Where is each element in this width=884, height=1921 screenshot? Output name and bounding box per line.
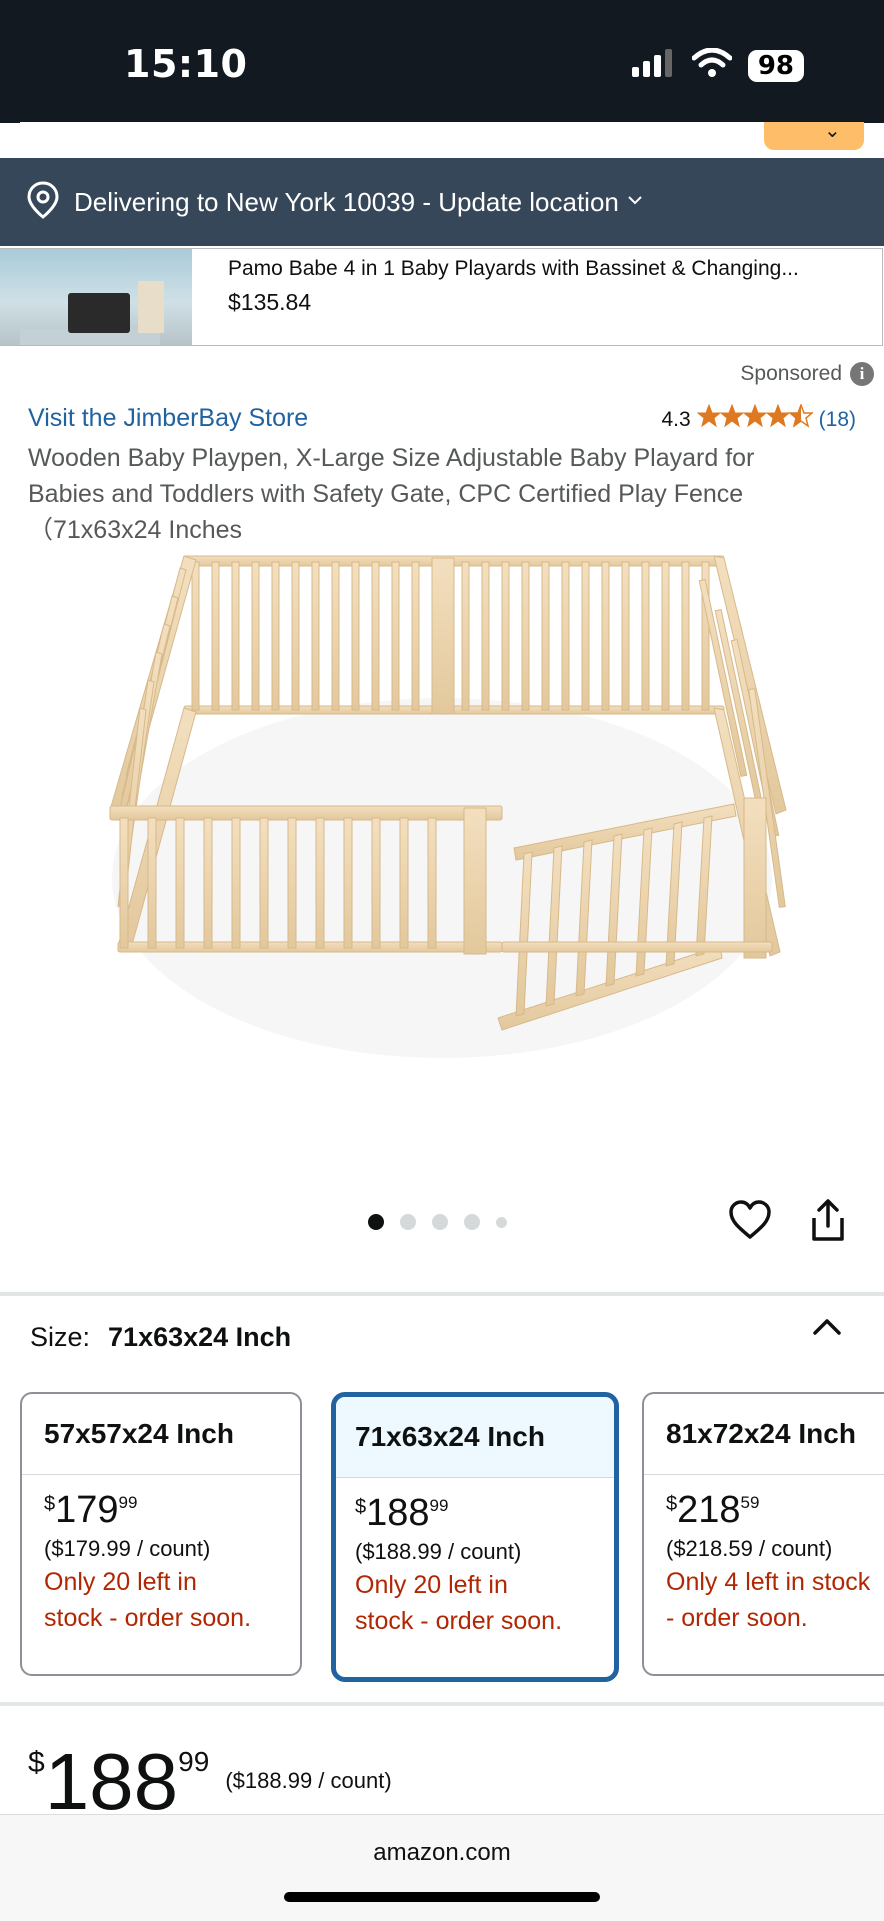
browser-domain[interactable]: amazon.com: [0, 1839, 884, 1867]
size-option-stock: Only 20 left in stock - order soon.: [355, 1571, 563, 1635]
status-icons: 98: [631, 47, 804, 83]
carousel-dot[interactable]: [496, 1216, 507, 1228]
status-time: 15:10: [124, 42, 248, 86]
product-title-line: Wooden Baby Playpen, X-Large Size Adjust…: [28, 444, 755, 472]
carousel-dot[interactable]: [464, 1214, 480, 1230]
price-unit: ($188.99 / count): [225, 1768, 392, 1793]
sponsored-product-price: $135.84: [228, 289, 312, 315]
selected-size: 71x63x24 Inch: [108, 1322, 292, 1352]
rating-count[interactable]: (18): [819, 408, 856, 432]
image-carousel-dots[interactable]: [368, 1214, 507, 1230]
carousel-dot[interactable]: [400, 1214, 416, 1230]
price-whole: 188: [44, 1737, 179, 1826]
sponsored-product-card[interactable]: Pamo Babe 4 in 1 Baby Playards with Bass…: [0, 248, 883, 346]
size-option-name: 71x63x24 Inch: [336, 1397, 614, 1478]
product-title-line: （71x63x24 Inches: [28, 516, 243, 544]
rating-value: 4.3: [661, 407, 691, 431]
section-divider: [0, 1292, 884, 1296]
size-option-price: $18899: [355, 1492, 449, 1534]
delivery-text: Delivering to New York 10039 - Update lo…: [74, 186, 619, 217]
price-fraction: 99: [178, 1746, 210, 1777]
size-option-price: $21859: [666, 1489, 760, 1531]
search-input[interactable]: [20, 122, 864, 150]
search-button[interactable]: ⌄: [764, 120, 864, 150]
wifi-icon: [691, 47, 733, 83]
size-option-unit-price: ($218.59 / count): [666, 1536, 833, 1561]
battery-icon: 98: [747, 49, 804, 82]
chevron-down-icon: [627, 193, 643, 211]
product-image[interactable]: [84, 548, 800, 1134]
size-option-71x63x24[interactable]: 71x63x24 Inch $18899 ($188.99 / count) O…: [331, 1392, 619, 1682]
size-selector-label: Size: 71x63x24 Inch: [30, 1322, 291, 1353]
store-link[interactable]: Visit the JimberBay Store: [28, 404, 308, 433]
delivery-location-bar[interactable]: Delivering to New York 10039 - Update lo…: [0, 158, 884, 246]
sponsored-product-image[interactable]: [0, 249, 192, 345]
section-divider: [0, 1702, 884, 1706]
product-title: Wooden Baby Playpen, X-Large Size Adjust…: [28, 440, 858, 548]
status-bar: 15:10 98: [0, 0, 884, 123]
product-title-line: Babies and Toddlers with Safety Gate, CP…: [28, 480, 744, 508]
size-option-unit-price: ($179.99 / count): [44, 1536, 211, 1561]
size-option-unit-price: ($188.99 / count): [355, 1539, 522, 1564]
rating-summary[interactable]: 4.3 (18): [661, 402, 856, 435]
price-currency: $: [28, 1746, 45, 1779]
info-icon[interactable]: i: [850, 362, 874, 386]
chevron-up-icon[interactable]: [812, 1316, 842, 1343]
size-option-stock: Only 4 left in stock - order soon.: [666, 1568, 871, 1632]
sponsored-product-title[interactable]: Pamo Babe 4 in 1 Baby Playards with Bass…: [228, 257, 848, 281]
search-icon: ⌄: [824, 120, 841, 142]
size-option-price: $17999: [44, 1489, 138, 1531]
carousel-dot[interactable]: [368, 1214, 384, 1230]
size-label-text: Size:: [30, 1322, 91, 1352]
product-price: $ 188 99 ($188.99 / count): [28, 1740, 392, 1824]
signal-icon: [631, 49, 676, 82]
size-option-name: 81x72x24 Inch: [644, 1394, 884, 1475]
size-option-name: 57x57x24 Inch: [22, 1394, 300, 1475]
size-option-81x72x24[interactable]: 81x72x24 Inch $21859 ($218.59 / count) O…: [642, 1392, 884, 1676]
sponsored-label[interactable]: Sponsored i: [740, 362, 874, 386]
size-option-stock: Only 20 left in stock - order soon.: [44, 1568, 252, 1632]
browser-address-bar[interactable]: amazon.com: [0, 1814, 884, 1921]
heart-icon[interactable]: [728, 1200, 772, 1245]
home-indicator[interactable]: [284, 1892, 600, 1902]
star-rating-icon: [696, 402, 814, 435]
sponsored-text: Sponsored: [740, 362, 842, 385]
carousel-dot[interactable]: [432, 1214, 448, 1230]
location-pin-icon: [26, 180, 60, 224]
size-option-57x57x24[interactable]: 57x57x24 Inch $17999 ($179.99 / count) O…: [20, 1392, 302, 1676]
share-icon[interactable]: [810, 1198, 846, 1247]
